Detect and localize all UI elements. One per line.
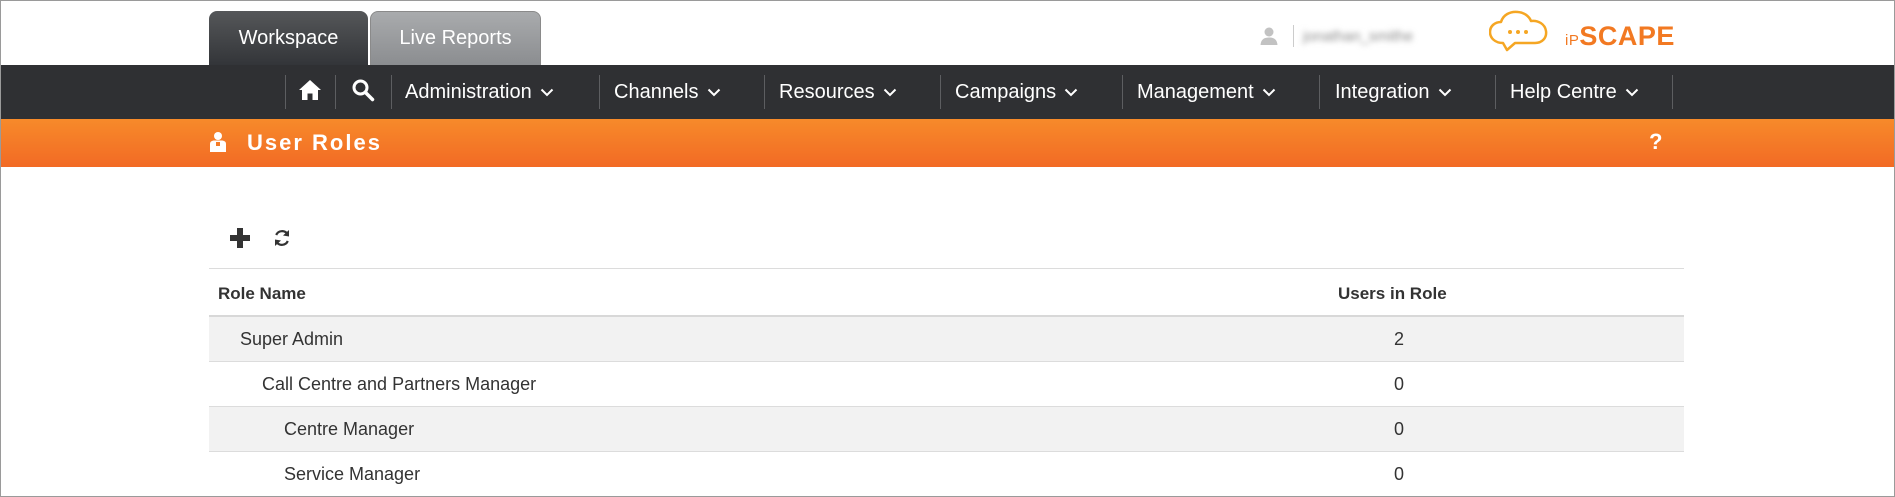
nav-divider <box>599 75 600 109</box>
nav-item-channels[interactable]: Channels <box>614 65 721 119</box>
table-header: Role Name Users in Role <box>209 269 1684 317</box>
nav-item-label: Resources <box>779 80 875 103</box>
add-role-button[interactable] <box>225 225 255 255</box>
column-header-users-in-role[interactable]: Users in Role <box>1338 284 1447 304</box>
nav-divider <box>940 75 941 109</box>
nav-search-button[interactable] <box>348 78 378 106</box>
users-in-role-cell: 0 <box>1394 374 1405 394</box>
chevron-down-icon <box>1064 88 1078 97</box>
role-name-cell: Call Centre and Partners Manager <box>262 374 537 394</box>
nav-item-label: Campaigns <box>955 80 1057 103</box>
nav-divider <box>1495 75 1496 109</box>
nav-divider <box>1672 75 1673 109</box>
home-icon <box>298 79 322 106</box>
nav-item-help-centre[interactable]: Help Centre <box>1510 65 1639 119</box>
nav-divider <box>335 75 336 109</box>
nav-item-label: Management <box>1137 80 1254 103</box>
chevron-down-icon <box>707 88 721 97</box>
logo-prefix: iP <box>1565 32 1580 49</box>
user-divider <box>1293 25 1294 47</box>
nav-item-integration[interactable]: Integration <box>1335 65 1452 119</box>
page-header: User Roles ? <box>1 119 1894 167</box>
help-button[interactable]: ? <box>1649 129 1662 155</box>
user-role-icon <box>208 131 228 158</box>
user-roles-table: Role Name Users in Role Super Admin 2 Ca… <box>209 268 1684 496</box>
nav-divider <box>391 75 392 109</box>
nav-divider <box>764 75 765 109</box>
user-menu[interactable]: jonathan_smithe <box>1259 23 1413 49</box>
users-in-role-cell: 0 <box>1394 464 1405 484</box>
role-name-cell: Centre Manager <box>284 419 415 439</box>
plus-icon <box>229 227 251 254</box>
main-navigation: Administration Channels Resources Campai… <box>1 65 1894 119</box>
nav-divider <box>285 75 286 109</box>
nav-item-label: Help Centre <box>1510 80 1617 103</box>
logo-wordmark: SCAPE <box>1579 21 1675 51</box>
column-header-role-name[interactable]: Role Name <box>218 284 306 304</box>
chevron-down-icon <box>1262 88 1276 97</box>
table-row[interactable]: Call Centre and Partners Manager 0 <box>209 362 1684 407</box>
ipscape-logo-text: iPSCAPE <box>1565 21 1675 52</box>
refresh-button[interactable] <box>267 225 297 255</box>
user-name: jonathan_smithe <box>1303 27 1414 45</box>
search-icon <box>351 78 375 107</box>
chevron-down-icon <box>883 88 897 97</box>
user-icon <box>1259 26 1279 46</box>
nav-item-resources[interactable]: Resources <box>779 65 897 119</box>
chevron-down-icon <box>1625 88 1639 97</box>
nav-item-label: Channels <box>614 80 699 103</box>
tab-workspace-label: Workspace <box>238 26 339 49</box>
tab-live-reports-label: Live Reports <box>399 27 512 49</box>
table-row[interactable]: Centre Manager 0 <box>209 407 1684 452</box>
refresh-icon <box>272 228 292 253</box>
chevron-down-icon <box>540 88 554 97</box>
nav-item-administration[interactable]: Administration <box>405 65 554 119</box>
role-name-cell: Super Admin <box>240 329 344 349</box>
users-in-role-cell: 2 <box>1394 329 1405 349</box>
nav-item-label: Integration <box>1335 80 1430 103</box>
table-row[interactable]: Super Admin 2 <box>209 317 1684 362</box>
page-title: User Roles <box>247 130 382 155</box>
table-toolbar <box>225 225 297 255</box>
role-name-cell: Service Manager <box>284 464 421 484</box>
nav-item-label: Administration <box>405 80 532 103</box>
nav-divider <box>1319 75 1320 109</box>
nav-item-management[interactable]: Management <box>1137 65 1276 119</box>
tab-workspace[interactable]: Workspace <box>209 11 368 65</box>
top-header: Workspace Live Reports jonathan_smithe i… <box>1 1 1894 65</box>
tab-live-reports[interactable]: Live Reports <box>370 11 541 65</box>
chevron-down-icon <box>1438 88 1452 97</box>
nav-divider <box>1122 75 1123 109</box>
users-in-role-cell: 0 <box>1394 419 1405 439</box>
app-window: Workspace Live Reports jonathan_smithe i… <box>0 0 1895 497</box>
nav-home-button[interactable] <box>295 78 325 106</box>
nav-item-campaigns[interactable]: Campaigns <box>955 65 1078 119</box>
table-row[interactable]: Service Manager 0 <box>209 452 1684 496</box>
